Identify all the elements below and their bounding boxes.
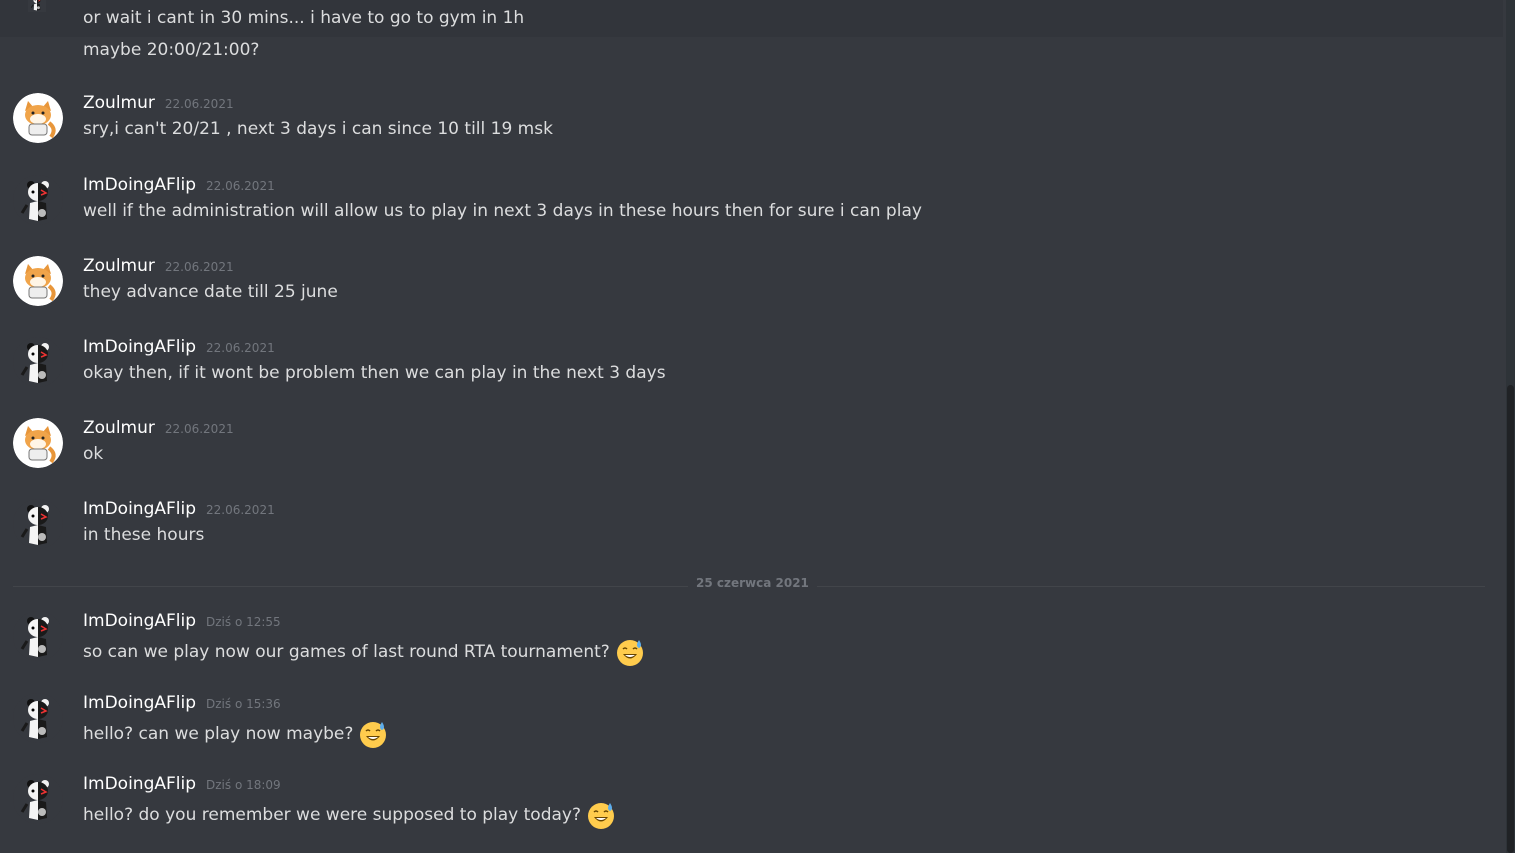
timestamp[interactable]: Dziś o 15:36 xyxy=(206,697,281,711)
fox-avatar-icon xyxy=(13,93,63,143)
date-divider-label: 25 czerwca 2021 xyxy=(688,576,817,590)
message[interactable]: ImDoingAFlip 22.06.2021 well if the admi… xyxy=(0,175,1503,245)
username[interactable]: ImDoingAFlip xyxy=(83,611,196,631)
bear-avatar-icon xyxy=(13,175,63,225)
username[interactable]: ImDoingAFlip xyxy=(83,499,196,519)
avatar[interactable] xyxy=(13,337,63,387)
message-text: sry,i can't 20/21 , next 3 days i can si… xyxy=(83,119,553,139)
bear-avatar-icon xyxy=(13,499,63,549)
username[interactable]: ImDoingAFlip xyxy=(83,774,196,794)
username[interactable]: Zoulmur xyxy=(83,418,155,438)
fox-avatar-icon xyxy=(13,256,63,306)
timestamp[interactable]: 22.06.2021 xyxy=(165,422,234,436)
username[interactable]: ImDoingAFlip xyxy=(83,337,196,357)
bear-avatar-icon xyxy=(13,693,63,743)
message-text: hello? can we play now maybe? xyxy=(83,724,354,744)
avatar[interactable] xyxy=(13,418,63,468)
message-text: well if the administration will allow us… xyxy=(83,201,922,221)
username[interactable]: Zoulmur xyxy=(83,93,155,113)
message-partial[interactable]: or wait i cant in 30 mins... i have to g… xyxy=(0,0,1503,70)
message-text-row: so can we play now our games of last rou… xyxy=(83,637,645,667)
message-text: so can we play now our games of last rou… xyxy=(83,642,610,662)
avatar[interactable] xyxy=(13,93,63,143)
bear-avatar-icon xyxy=(13,337,63,387)
timestamp[interactable]: Dziś o 12:55 xyxy=(206,615,281,629)
message-text: okay then, if it wont be problem then we… xyxy=(83,363,666,383)
bear-avatar-icon xyxy=(13,774,63,824)
bear-avatar-icon xyxy=(13,611,63,661)
message-text: maybe 20:00/21:00? xyxy=(83,40,260,60)
message-text: in these hours xyxy=(83,525,205,545)
timestamp[interactable]: 22.06.2021 xyxy=(165,97,234,111)
avatar[interactable] xyxy=(22,0,52,30)
sweat-smile-emoji-icon[interactable] xyxy=(358,719,388,749)
message[interactable]: ImDoingAFlip 22.06.2021 in these hours xyxy=(0,499,1503,569)
message-list[interactable]: or wait i cant in 30 mins... i have to g… xyxy=(0,0,1503,853)
message[interactable]: Zoulmur 22.06.2021 they advance date til… xyxy=(0,256,1503,326)
message-text: hello? do you remember we were supposed … xyxy=(83,805,581,825)
message[interactable]: ImDoingAFlip 22.06.2021 okay then, if it… xyxy=(0,337,1503,407)
message[interactable]: Zoulmur 22.06.2021 ok xyxy=(0,418,1503,488)
message[interactable]: ImDoingAFlip Dziś o 18:09 hello? do you … xyxy=(0,774,1503,846)
timestamp[interactable]: 22.06.2021 xyxy=(206,179,275,193)
fox-avatar-icon xyxy=(13,418,63,468)
username[interactable]: Zoulmur xyxy=(83,256,155,276)
message-text: they advance date till 25 june xyxy=(83,282,338,302)
avatar[interactable] xyxy=(13,499,63,549)
avatar[interactable] xyxy=(13,774,63,824)
avatar[interactable] xyxy=(13,175,63,225)
message-text: ok xyxy=(83,444,104,464)
message[interactable]: Zoulmur 22.06.2021 sry,i can't 20/21 , n… xyxy=(0,93,1503,163)
message-text: or wait i cant in 30 mins... i have to g… xyxy=(83,8,525,28)
sweat-smile-emoji-icon[interactable] xyxy=(586,800,616,830)
username[interactable]: ImDoingAFlip xyxy=(83,693,196,713)
avatar[interactable] xyxy=(13,611,63,661)
message-text-row: hello? can we play now maybe? xyxy=(83,719,388,749)
avatar[interactable] xyxy=(13,693,63,743)
sweat-smile-emoji-icon[interactable] xyxy=(615,637,645,667)
timestamp[interactable]: Dziś o 18:09 xyxy=(206,778,281,792)
message[interactable]: ImDoingAFlip Dziś o 12:55 so can we play… xyxy=(0,611,1503,683)
message-text-row: hello? do you remember we were supposed … xyxy=(83,800,616,830)
timestamp[interactable]: 22.06.2021 xyxy=(206,341,275,355)
timestamp[interactable]: 22.06.2021 xyxy=(206,503,275,517)
timestamp[interactable]: 22.06.2021 xyxy=(165,260,234,274)
message[interactable]: ImDoingAFlip Dziś o 15:36 hello? can we … xyxy=(0,693,1503,765)
avatar[interactable] xyxy=(13,256,63,306)
scrollbar-thumb[interactable] xyxy=(1507,385,1514,853)
bear-avatar-icon xyxy=(22,0,52,30)
username[interactable]: ImDoingAFlip xyxy=(83,175,196,195)
